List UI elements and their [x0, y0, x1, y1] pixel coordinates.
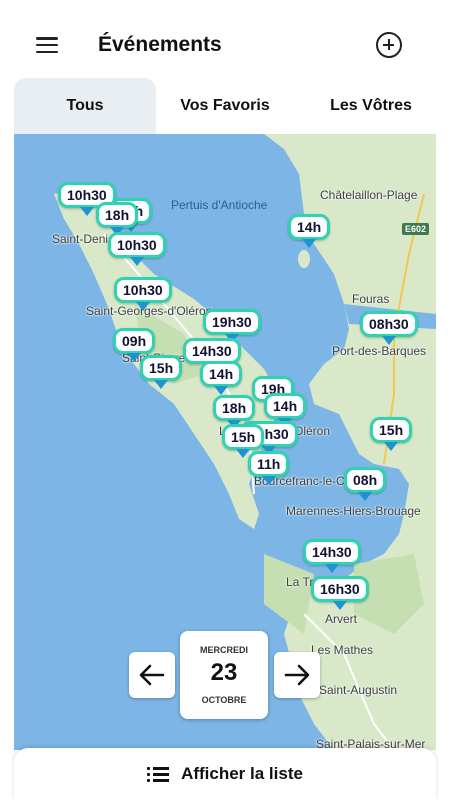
event-marker[interactable]: 14h30	[303, 539, 361, 573]
event-marker[interactable]: 14h	[264, 393, 307, 427]
place-label: Saint-Augustin	[319, 683, 398, 697]
place-label: Arvert	[325, 612, 358, 626]
next-day-button[interactable]	[274, 652, 320, 698]
event-marker[interactable]: 10h30	[108, 232, 166, 266]
hamburger-menu-icon[interactable]	[36, 37, 58, 54]
tab-yours[interactable]: Les Vôtres	[310, 78, 432, 134]
arrow-left-icon	[139, 664, 165, 686]
arrow-right-icon	[284, 664, 310, 686]
place-label: Marennes-Hiers-Brouage	[286, 504, 421, 518]
marker-pin-icon	[135, 302, 150, 311]
marker-pin-icon	[154, 380, 169, 389]
add-event-icon[interactable]	[376, 32, 402, 58]
marker-pin-icon	[358, 492, 373, 501]
date-day: 23	[210, 659, 238, 686]
event-marker[interactable]: 08h	[344, 467, 387, 501]
event-marker[interactable]: 18h	[96, 202, 139, 236]
event-marker[interactable]: 15h	[140, 355, 183, 389]
show-list-label: Afficher la liste	[181, 764, 303, 783]
tab-favorites[interactable]: Vos Favoris	[164, 78, 286, 134]
tab-all[interactable]: Tous	[14, 78, 156, 134]
marker-pin-icon	[127, 353, 142, 362]
selected-date-card: MERCREDI 23 OCTOBRE	[180, 631, 268, 719]
event-marker[interactable]: 14h	[200, 361, 243, 395]
marker-pin-icon	[261, 476, 276, 485]
sea-label: Pertuis d'Antioche	[171, 198, 268, 212]
marker-pin-icon	[79, 207, 94, 216]
event-marker[interactable]: 09h	[113, 328, 156, 362]
marker-pin-icon	[129, 257, 144, 266]
marker-pin-icon	[332, 601, 347, 610]
event-marker[interactable]: 18h	[213, 395, 256, 429]
place-label: Fouras	[352, 292, 390, 306]
event-marker[interactable]: 15h	[222, 424, 265, 458]
event-marker[interactable]: 11h	[248, 451, 290, 485]
event-marker[interactable]: 14h	[288, 214, 331, 248]
previous-day-button[interactable]	[129, 652, 175, 698]
marker-pin-icon	[302, 239, 317, 248]
list-icon	[147, 766, 170, 782]
event-marker[interactable]: 16h30	[311, 576, 369, 610]
date-weekday: MERCREDI	[199, 645, 248, 655]
place-label: Port-des-Barques	[332, 344, 427, 358]
place-label: Châtelaillon-Plage	[320, 188, 418, 202]
date-month: OCTOBRE	[201, 695, 247, 705]
marker-pin-icon	[214, 386, 229, 395]
marker-pin-icon	[324, 564, 339, 573]
page-title: Événements	[98, 33, 222, 56]
marker-pin-icon	[384, 442, 399, 451]
road-badge: E602	[402, 223, 430, 235]
show-list-button[interactable]: Afficher la liste	[14, 748, 436, 800]
place-label: Les Mathes	[311, 643, 374, 657]
event-marker[interactable]: 08h30	[360, 311, 418, 345]
event-marker[interactable]: 10h30	[114, 277, 172, 311]
app-bar: Événements	[0, 0, 450, 80]
event-marker[interactable]: 15h	[370, 417, 413, 451]
filter-tabs: Tous Vos Favoris Les Vôtres	[14, 78, 436, 134]
marker-pin-icon	[381, 336, 396, 345]
event-marker[interactable]: 19h30	[203, 309, 261, 343]
